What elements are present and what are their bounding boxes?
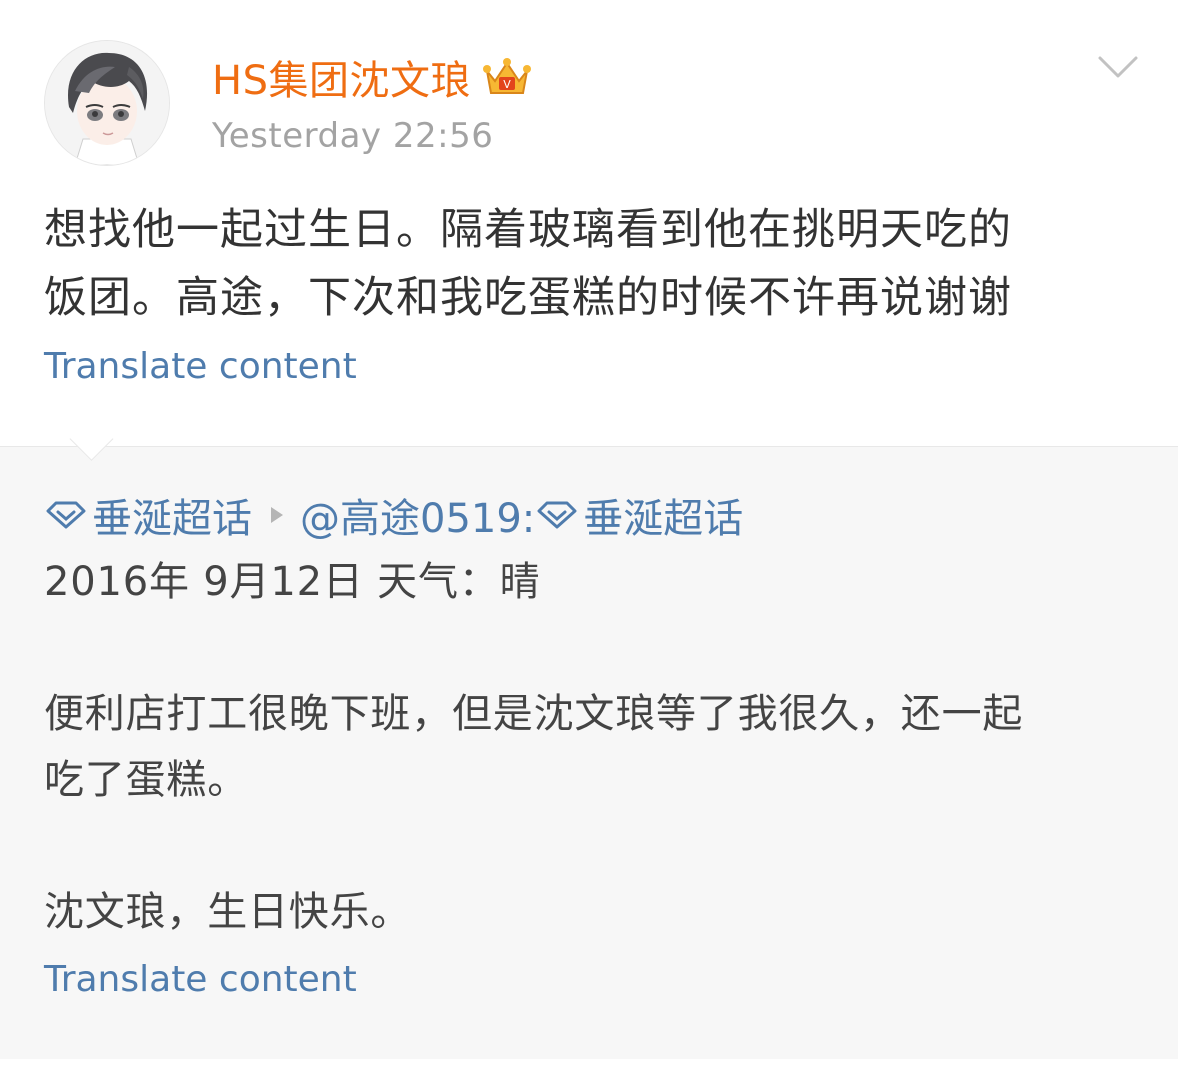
svg-text:V: V	[503, 78, 511, 91]
repost-body: 2016年 9月12日 天气：晴 便利店打工很晚下班，但是沈文琅等了我很久，还一…	[44, 549, 1139, 945]
topic-link[interactable]: 垂涎超话	[583, 486, 743, 544]
post-timestamp: Yesterday 22:56	[212, 116, 494, 156]
translate-content-link[interactable]: Translate content	[44, 346, 357, 387]
mention-link[interactable]: @高途0519:	[300, 486, 535, 544]
username-row: HS集团沈文琅 V	[212, 50, 533, 104]
post-body-line: 饭团。高途，下次和我吃蛋糕的时候不许再说谢谢	[44, 273, 1012, 323]
play-arrow-icon	[271, 507, 283, 523]
super-topic-icon	[46, 501, 86, 529]
repost-header: 垂涎超话 @高途0519: 垂涎超话	[44, 487, 743, 543]
repost-notch	[69, 417, 114, 461]
repost-line	[44, 813, 1139, 879]
avatar[interactable]	[44, 40, 170, 166]
avatar-illustration	[45, 41, 169, 165]
repost-line: 2016年 9月12日 天气：晴	[44, 559, 541, 605]
post-body: 想找他一起过生日。隔着玻璃看到他在挑明天吃的 饭团。高途，下次和我吃蛋糕的时候不…	[44, 196, 1139, 332]
post-body-line: 想找他一起过生日。隔着玻璃看到他在挑明天吃的	[44, 205, 1012, 255]
super-topic-icon	[537, 501, 577, 529]
repost-translate-content-link[interactable]: Translate content	[44, 959, 357, 1000]
repost-line: 吃了蛋糕。	[44, 757, 248, 803]
reposted-content[interactable]: 垂涎超话 @高途0519: 垂涎超话 2016年 9月12日 天气：晴 便利店打…	[0, 417, 1178, 1059]
repost-line: 沈文琅，生日快乐。	[44, 889, 412, 935]
topic-link[interactable]: 垂涎超话	[92, 486, 252, 544]
repost-line	[44, 615, 1139, 681]
username[interactable]: HS集团沈文琅	[212, 48, 471, 106]
crown-badge-icon[interactable]: V	[481, 55, 533, 99]
chevron-down-icon[interactable]	[1096, 50, 1140, 84]
repost-line: 便利店打工很晚下班，但是沈文琅等了我很久，还一起	[44, 691, 1024, 737]
weibo-post: HS集团沈文琅 V Yesterday 22:56 想找他一起过生日。隔着玻璃看…	[0, 0, 1178, 1083]
